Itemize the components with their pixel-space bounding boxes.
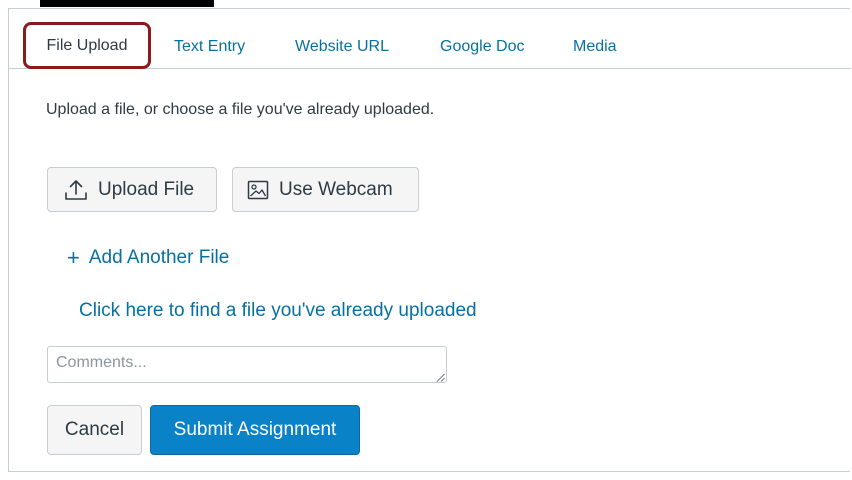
submit-assignment-button[interactable]: Submit Assignment [150,405,360,455]
comments-textarea[interactable] [47,346,447,383]
tab-website-url[interactable]: Website URL [295,38,389,56]
tab-google-doc[interactable]: Google Doc [440,38,525,56]
image-icon [247,180,269,199]
upload-file-button[interactable]: Upload File [47,167,217,212]
tab-text-entry[interactable]: Text Entry [174,38,245,56]
tab-google-doc-label: Google Doc [440,38,525,55]
add-another-file-link[interactable]: + Add Another File [67,247,229,269]
cancel-button[interactable]: Cancel [47,405,142,455]
upload-instructions: Upload a file, or choose a file you've a… [46,101,435,118]
tab-media[interactable]: Media [573,38,617,56]
tab-file-upload-label: File Upload [46,36,128,54]
submission-panel: File Upload Text Entry Website URL Googl… [8,8,851,472]
plus-icon: + [67,245,80,270]
add-another-file-label: Add Another File [88,247,230,268]
upload-icon [65,179,87,200]
tab-website-url-label: Website URL [295,38,389,55]
top-edge-bar [40,0,214,7]
upload-file-label: Upload File [98,178,195,200]
tab-text-entry-label: Text Entry [174,38,246,55]
use-webcam-label: Use Webcam [279,178,393,200]
find-uploaded-file-link[interactable]: Click here to find a file you've already… [79,300,477,322]
use-webcam-button[interactable]: Use Webcam [232,167,419,212]
tab-media-label: Media [573,38,617,55]
submission-type-tabs: File Upload Text Entry Website URL Googl… [9,9,851,69]
tab-file-upload[interactable]: File Upload [23,22,151,69]
